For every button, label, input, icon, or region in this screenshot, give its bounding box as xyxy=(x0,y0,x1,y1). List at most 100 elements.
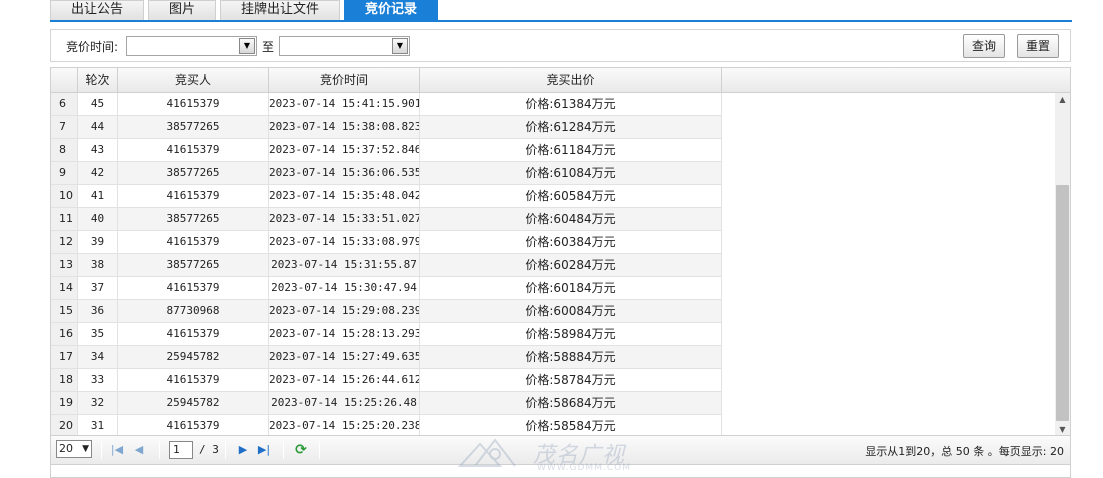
tab-announcement[interactable]: 出让公告 xyxy=(50,0,145,20)
vertical-scrollbar[interactable]: ▲ ▼ xyxy=(1055,93,1070,435)
bid-time-from-select[interactable]: ▼ xyxy=(126,36,257,56)
chevron-down-icon[interactable]: ▼ xyxy=(239,38,255,54)
round-cell: 36 xyxy=(78,300,118,323)
first-page-icon[interactable]: |◀ xyxy=(109,442,125,458)
round-cell: 32 xyxy=(78,392,118,415)
bid-time-cell: 2023-07-14 15:25:20.238 xyxy=(269,415,420,435)
page-size-value: 20 xyxy=(59,442,73,455)
bid-price-cell: 价格:60084万元 xyxy=(420,300,722,323)
bid-time-cell: 2023-07-14 15:28:13.293 xyxy=(269,323,420,346)
row-index: 16 xyxy=(51,323,78,346)
watermark-emblem-icon xyxy=(457,438,516,467)
scrollbar-thumb[interactable] xyxy=(1056,185,1069,421)
last-page-icon[interactable]: ▶| xyxy=(256,442,272,458)
row-index: 12 xyxy=(51,231,78,254)
refresh-icon[interactable]: ⟳ xyxy=(293,442,309,458)
bid-time-cell: 2023-07-14 15:37:52.846 xyxy=(269,139,420,162)
row-index: 14 xyxy=(51,277,78,300)
bid-price-cell: 价格:58684万元 xyxy=(420,392,722,415)
table-row[interactable]: 7 44 38577265 2023-07-14 15:38:08.823 价格:612… xyxy=(51,116,722,139)
row-index: 6 xyxy=(51,93,78,116)
bid-record-grid: 轮次 竞买人 竞价时间 竞买出价 6 45 41615379 2023-07-14 1… xyxy=(50,67,1071,436)
row-index: 7 xyxy=(51,116,78,139)
grid-body: 6 45 41615379 2023-07-14 15:41:15.901 价格:613… xyxy=(51,93,1070,435)
tab-bid-records[interactable]: 竞价记录 xyxy=(344,0,439,20)
prev-page-icon[interactable]: ◀ xyxy=(131,442,147,458)
bid-price-cell: 价格:58584万元 xyxy=(420,415,722,435)
grid-header: 轮次 竞买人 竞价时间 竞买出价 xyxy=(51,68,1070,93)
bid-price-cell: 价格:58784万元 xyxy=(420,369,722,392)
page-size-select[interactable]: 20 ▼ xyxy=(56,440,92,458)
bidder-cell: 38577265 xyxy=(118,208,269,231)
bid-time-to-select[interactable]: ▼ xyxy=(279,36,410,56)
bid-time-cell: 2023-07-14 15:27:49.635 xyxy=(269,346,420,369)
table-row[interactable]: 19 32 25945782 2023-07-14 15:25:26.48 价格:586… xyxy=(51,392,722,415)
table-row[interactable]: 16 35 41615379 2023-07-14 15:28:13.293 价格:58… xyxy=(51,323,722,346)
round-cell: 43 xyxy=(78,139,118,162)
table-row[interactable]: 11 40 38577265 2023-07-14 15:33:51.027 价格:60… xyxy=(51,208,722,231)
row-index: 9 xyxy=(51,162,78,185)
column-header-round[interactable]: 轮次 xyxy=(78,68,118,93)
chevron-down-icon[interactable]: ▼ xyxy=(392,38,408,54)
watermark-url: WWW.GDMM.COM xyxy=(537,463,631,473)
tab-listing-documents[interactable]: 挂牌出让文件 xyxy=(220,0,341,20)
bid-price-cell: 价格:61384万元 xyxy=(420,93,722,116)
table-row[interactable]: 9 42 38577265 2023-07-14 15:36:06.535 价格:610… xyxy=(51,162,722,185)
bid-price-cell: 价格:58884万元 xyxy=(420,346,722,369)
bidder-cell: 41615379 xyxy=(118,415,269,435)
bid-price-cell: 价格:60284万元 xyxy=(420,254,722,277)
tab-images[interactable]: 图片 xyxy=(148,0,217,20)
table-row[interactable]: 8 43 41615379 2023-07-14 15:37:52.846 价格:611… xyxy=(51,139,722,162)
tab-underline xyxy=(50,20,1072,22)
column-header-bid-price[interactable]: 竞买出价 xyxy=(420,68,722,93)
row-index: 17 xyxy=(51,346,78,369)
bidder-cell: 25945782 xyxy=(118,346,269,369)
bidder-cell: 41615379 xyxy=(118,139,269,162)
pager-info-text: 显示从1到20，总 50 条 。每页显示: 20 xyxy=(865,445,1064,458)
total-pages-text: / 3 xyxy=(199,443,219,456)
bid-price-cell: 价格:60184万元 xyxy=(420,277,722,300)
table-row[interactable]: 20 31 41615379 2023-07-14 15:25:20.238 价格:58… xyxy=(51,415,722,435)
bid-price-cell: 价格:60484万元 xyxy=(420,208,722,231)
reset-button[interactable]: 重置 xyxy=(1017,34,1060,58)
table-row[interactable]: 17 34 25945782 2023-07-14 15:27:49.635 价格:58… xyxy=(51,346,722,369)
row-index: 10 xyxy=(51,185,78,208)
round-cell: 35 xyxy=(78,323,118,346)
bid-time-cell: 2023-07-14 15:41:15.901 xyxy=(269,93,420,116)
row-index: 20 xyxy=(51,415,78,435)
bid-time-cell: 2023-07-14 15:29:08.239 xyxy=(269,300,420,323)
pager-separator xyxy=(225,441,226,459)
chevron-down-icon: ▼ xyxy=(82,444,89,454)
bid-price-cell: 价格:60584万元 xyxy=(420,185,722,208)
table-row[interactable]: 18 33 41615379 2023-07-14 15:26:44.612 价格:58… xyxy=(51,369,722,392)
table-row[interactable]: 6 45 41615379 2023-07-14 15:41:15.901 价格:613… xyxy=(51,93,722,116)
bid-price-cell: 价格:61184万元 xyxy=(420,139,722,162)
scroll-down-icon[interactable]: ▼ xyxy=(1055,423,1070,435)
round-cell: 37 xyxy=(78,277,118,300)
row-index: 8 xyxy=(51,139,78,162)
tab-bar: 出让公告 图片 挂牌出让文件 竞价记录 xyxy=(50,0,442,20)
table-row[interactable]: 12 39 41615379 2023-07-14 15:33:08.979 价格:60… xyxy=(51,231,722,254)
table-row[interactable]: 14 37 41615379 2023-07-14 15:30:47.94 价格:601… xyxy=(51,277,722,300)
query-button[interactable]: 查询 xyxy=(963,34,1006,58)
round-cell: 34 xyxy=(78,346,118,369)
table-row[interactable]: 15 36 87730968 2023-07-14 15:29:08.239 价格:60… xyxy=(51,300,722,323)
page-number-input[interactable]: 1 xyxy=(169,441,193,459)
table-row[interactable]: 10 41 41615379 2023-07-14 15:35:48.042 价格:60… xyxy=(51,185,722,208)
bidder-cell: 38577265 xyxy=(118,116,269,139)
table-row[interactable]: 13 38 38577265 2023-07-14 15:31:55.87 价格:602… xyxy=(51,254,722,277)
column-header-index xyxy=(51,68,78,93)
bidder-cell: 25945782 xyxy=(118,392,269,415)
bid-price-cell: 价格:61084万元 xyxy=(420,162,722,185)
bidder-cell: 41615379 xyxy=(118,369,269,392)
pager-separator xyxy=(283,441,284,459)
bid-time-cell: 2023-07-14 15:33:51.027 xyxy=(269,208,420,231)
round-cell: 40 xyxy=(78,208,118,231)
scroll-up-icon[interactable]: ▲ xyxy=(1055,93,1070,107)
row-index: 13 xyxy=(51,254,78,277)
watermark-logo: 茂名广视 WWW.GDMM.COM xyxy=(455,436,655,476)
column-header-bidder[interactable]: 竞买人 xyxy=(118,68,269,93)
round-cell: 44 xyxy=(78,116,118,139)
column-header-bid-time[interactable]: 竞价时间 xyxy=(269,68,420,93)
next-page-icon[interactable]: ▶ xyxy=(235,442,251,458)
